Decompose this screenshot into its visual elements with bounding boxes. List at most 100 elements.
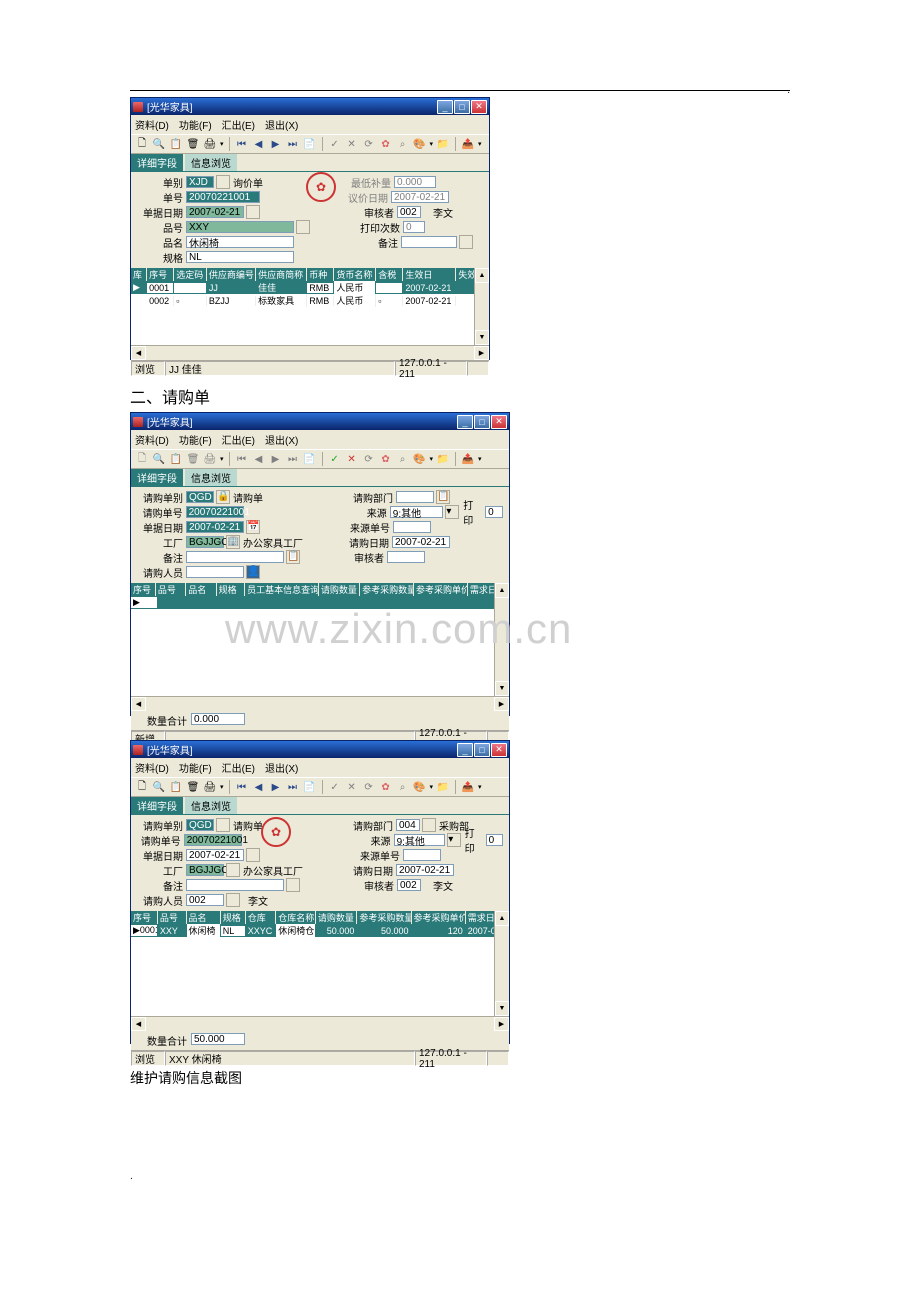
exit-icon[interactable]: 📤 <box>461 452 475 466</box>
field-qgdb[interactable]: QGD <box>186 819 214 831</box>
close-button[interactable]: ✕ <box>491 415 507 429</box>
field-danjurq[interactable]: 2007-02-21 <box>186 206 244 218</box>
tab-detail[interactable]: 详细字段 <box>131 797 183 814</box>
lookup-icon[interactable] <box>216 175 230 189</box>
lookup-icon[interactable] <box>226 863 240 877</box>
tab-detail[interactable]: 详细字段 <box>131 469 183 486</box>
tab-info[interactable]: 信息浏览 <box>185 154 237 171</box>
person-icon[interactable]: 👤 <box>246 565 260 579</box>
field-qgdh[interactable]: 20070221001 <box>184 834 242 846</box>
tab-info[interactable]: 信息浏览 <box>185 797 237 814</box>
dropdown-icon[interactable]: ▾ <box>447 833 460 847</box>
calendar-icon[interactable]: 📅 <box>246 520 260 534</box>
vertical-scrollbar[interactable]: ▲▼ <box>494 911 509 1016</box>
field-shenhe-code[interactable]: 002 <box>397 206 421 218</box>
last-icon[interactable]: ⏭ <box>286 780 300 794</box>
next-icon[interactable]: ▶ <box>269 780 283 794</box>
paint-icon[interactable]: 🎨 <box>413 780 427 794</box>
print-icon[interactable]: 🖨 <box>203 137 217 151</box>
folder-icon[interactable]: 📁 <box>436 780 450 794</box>
delete-icon[interactable]: 🗑 <box>186 137 200 151</box>
prev-icon[interactable]: ◀ <box>252 780 266 794</box>
refresh-icon[interactable]: ⟳ <box>362 452 376 466</box>
field-qgbm[interactable] <box>396 491 434 503</box>
maximize-button[interactable]: □ <box>454 100 470 114</box>
lookup-icon[interactable] <box>286 878 300 892</box>
field-shenhe-code[interactable]: 002 <box>397 879 421 891</box>
menu-func[interactable]: 功能(F) <box>179 117 212 132</box>
folder-icon[interactable]: 📁 <box>436 137 450 151</box>
first-icon[interactable]: ⏮ <box>235 780 249 794</box>
paint-icon[interactable]: 🎨 <box>413 137 427 151</box>
field-qgdb[interactable]: QGD <box>186 491 214 503</box>
horizontal-scrollbar[interactable]: ◀▶ <box>131 696 509 711</box>
lookup-icon[interactable] <box>296 220 310 234</box>
confirm-icon[interactable]: ✓ <box>328 452 342 466</box>
grid-row[interactable]: 0002▫BZJJ标致家具RMB人民币▫2007-02-21 <box>131 294 489 307</box>
field-beizhu[interactable] <box>186 879 284 891</box>
field-laiyuan[interactable]: 9:其他 <box>390 506 444 518</box>
grid-row[interactable]: ▶0001XXY休闲椅NLXXYC休闲椅仓50.00050.0001202007… <box>131 924 509 937</box>
open-icon[interactable]: 🔍 <box>152 452 166 466</box>
field-danjurq[interactable]: 2007-02-21 <box>186 849 244 861</box>
delete-icon[interactable]: 🗑 <box>186 780 200 794</box>
print-icon[interactable]: 🖨 <box>203 780 217 794</box>
copy-icon[interactable]: 📋 <box>169 780 183 794</box>
grid-body[interactable]: ▶ <box>131 596 509 696</box>
field-shenhe[interactable] <box>387 551 425 563</box>
filter-icon[interactable]: ⌕ <box>396 780 410 794</box>
confirm-icon[interactable]: ✓ <box>328 137 342 151</box>
menu-data[interactable]: 资料(D) <box>135 432 169 447</box>
grid-body[interactable]: ▶0001XXY休闲椅NLXXYC休闲椅仓50.00050.0001202007… <box>131 924 509 1016</box>
refresh-icon[interactable]: ⟳ <box>362 137 376 151</box>
next-icon[interactable]: ▶ <box>269 137 283 151</box>
minimize-button[interactable]: _ <box>457 743 473 757</box>
field-pinhao[interactable]: XXY <box>186 221 294 233</box>
open-icon[interactable]: 🔍 <box>152 780 166 794</box>
calendar-icon[interactable] <box>246 205 260 219</box>
field-qgrq[interactable]: 2007-02-21 <box>392 536 450 548</box>
tab-info[interactable]: 信息浏览 <box>185 469 237 486</box>
close-button[interactable]: ✕ <box>491 743 507 757</box>
menu-func[interactable]: 功能(F) <box>179 760 212 775</box>
page-icon[interactable]: 📄 <box>303 780 317 794</box>
field-laiyuan[interactable]: 9:其他 <box>394 834 446 846</box>
last-icon[interactable]: ⏭ <box>286 452 300 466</box>
cancel-icon[interactable]: ✕ <box>345 137 359 151</box>
prev-icon[interactable]: ◀ <box>252 137 266 151</box>
minimize-button[interactable]: _ <box>437 100 453 114</box>
grid-row-empty[interactable]: ▶ <box>131 596 509 609</box>
print-icon[interactable]: 🖨 <box>203 452 217 466</box>
new-icon[interactable]: 🗋 <box>135 780 149 794</box>
page-icon[interactable]: 📄 <box>303 137 317 151</box>
refresh-icon[interactable]: ⟳ <box>362 780 376 794</box>
vertical-scrollbar[interactable]: ▲▼ <box>474 268 489 345</box>
dropdown-icon[interactable]: ▾ <box>445 505 459 519</box>
menu-export[interactable]: 汇出(E) <box>222 760 255 775</box>
lookup-icon[interactable] <box>459 235 473 249</box>
exit-icon[interactable]: 📤 <box>461 780 475 794</box>
field-laiyuandh[interactable] <box>403 849 441 861</box>
field-qgry[interactable]: 002 <box>186 894 224 906</box>
confirm-icon[interactable]: ✓ <box>328 780 342 794</box>
filter-icon[interactable]: ⌕ <box>396 452 410 466</box>
lookup-icon[interactable]: 🔒 <box>216 490 230 504</box>
menu-data[interactable]: 资料(D) <box>135 117 169 132</box>
cancel-icon[interactable]: ✕ <box>345 780 359 794</box>
delete-icon[interactable]: 🗑 <box>186 452 200 466</box>
copy-icon[interactable]: 📋 <box>169 452 183 466</box>
field-beizhu[interactable] <box>186 551 284 563</box>
maximize-button[interactable]: □ <box>474 743 490 757</box>
lookup-icon[interactable]: 🏢 <box>226 535 240 549</box>
field-qgry[interactable] <box>186 566 244 578</box>
field-danjurq[interactable]: 2007-02-21 <box>186 521 244 533</box>
new-icon[interactable]: 🗋 <box>135 452 149 466</box>
next-icon[interactable]: ▶ <box>269 452 283 466</box>
grid-body[interactable]: ▶0001▫JJ佳佳RMB人民币▫2007-02-21 0002▫BZJJ标致家… <box>131 281 489 345</box>
first-icon[interactable]: ⏮ <box>235 452 249 466</box>
prev-icon[interactable]: ◀ <box>252 452 266 466</box>
grid-row[interactable]: ▶0001▫JJ佳佳RMB人民币▫2007-02-21 <box>131 281 489 294</box>
star-icon[interactable]: ✿ <box>379 452 393 466</box>
close-button[interactable]: ✕ <box>471 100 487 114</box>
field-danbie[interactable]: XJD <box>186 176 214 188</box>
